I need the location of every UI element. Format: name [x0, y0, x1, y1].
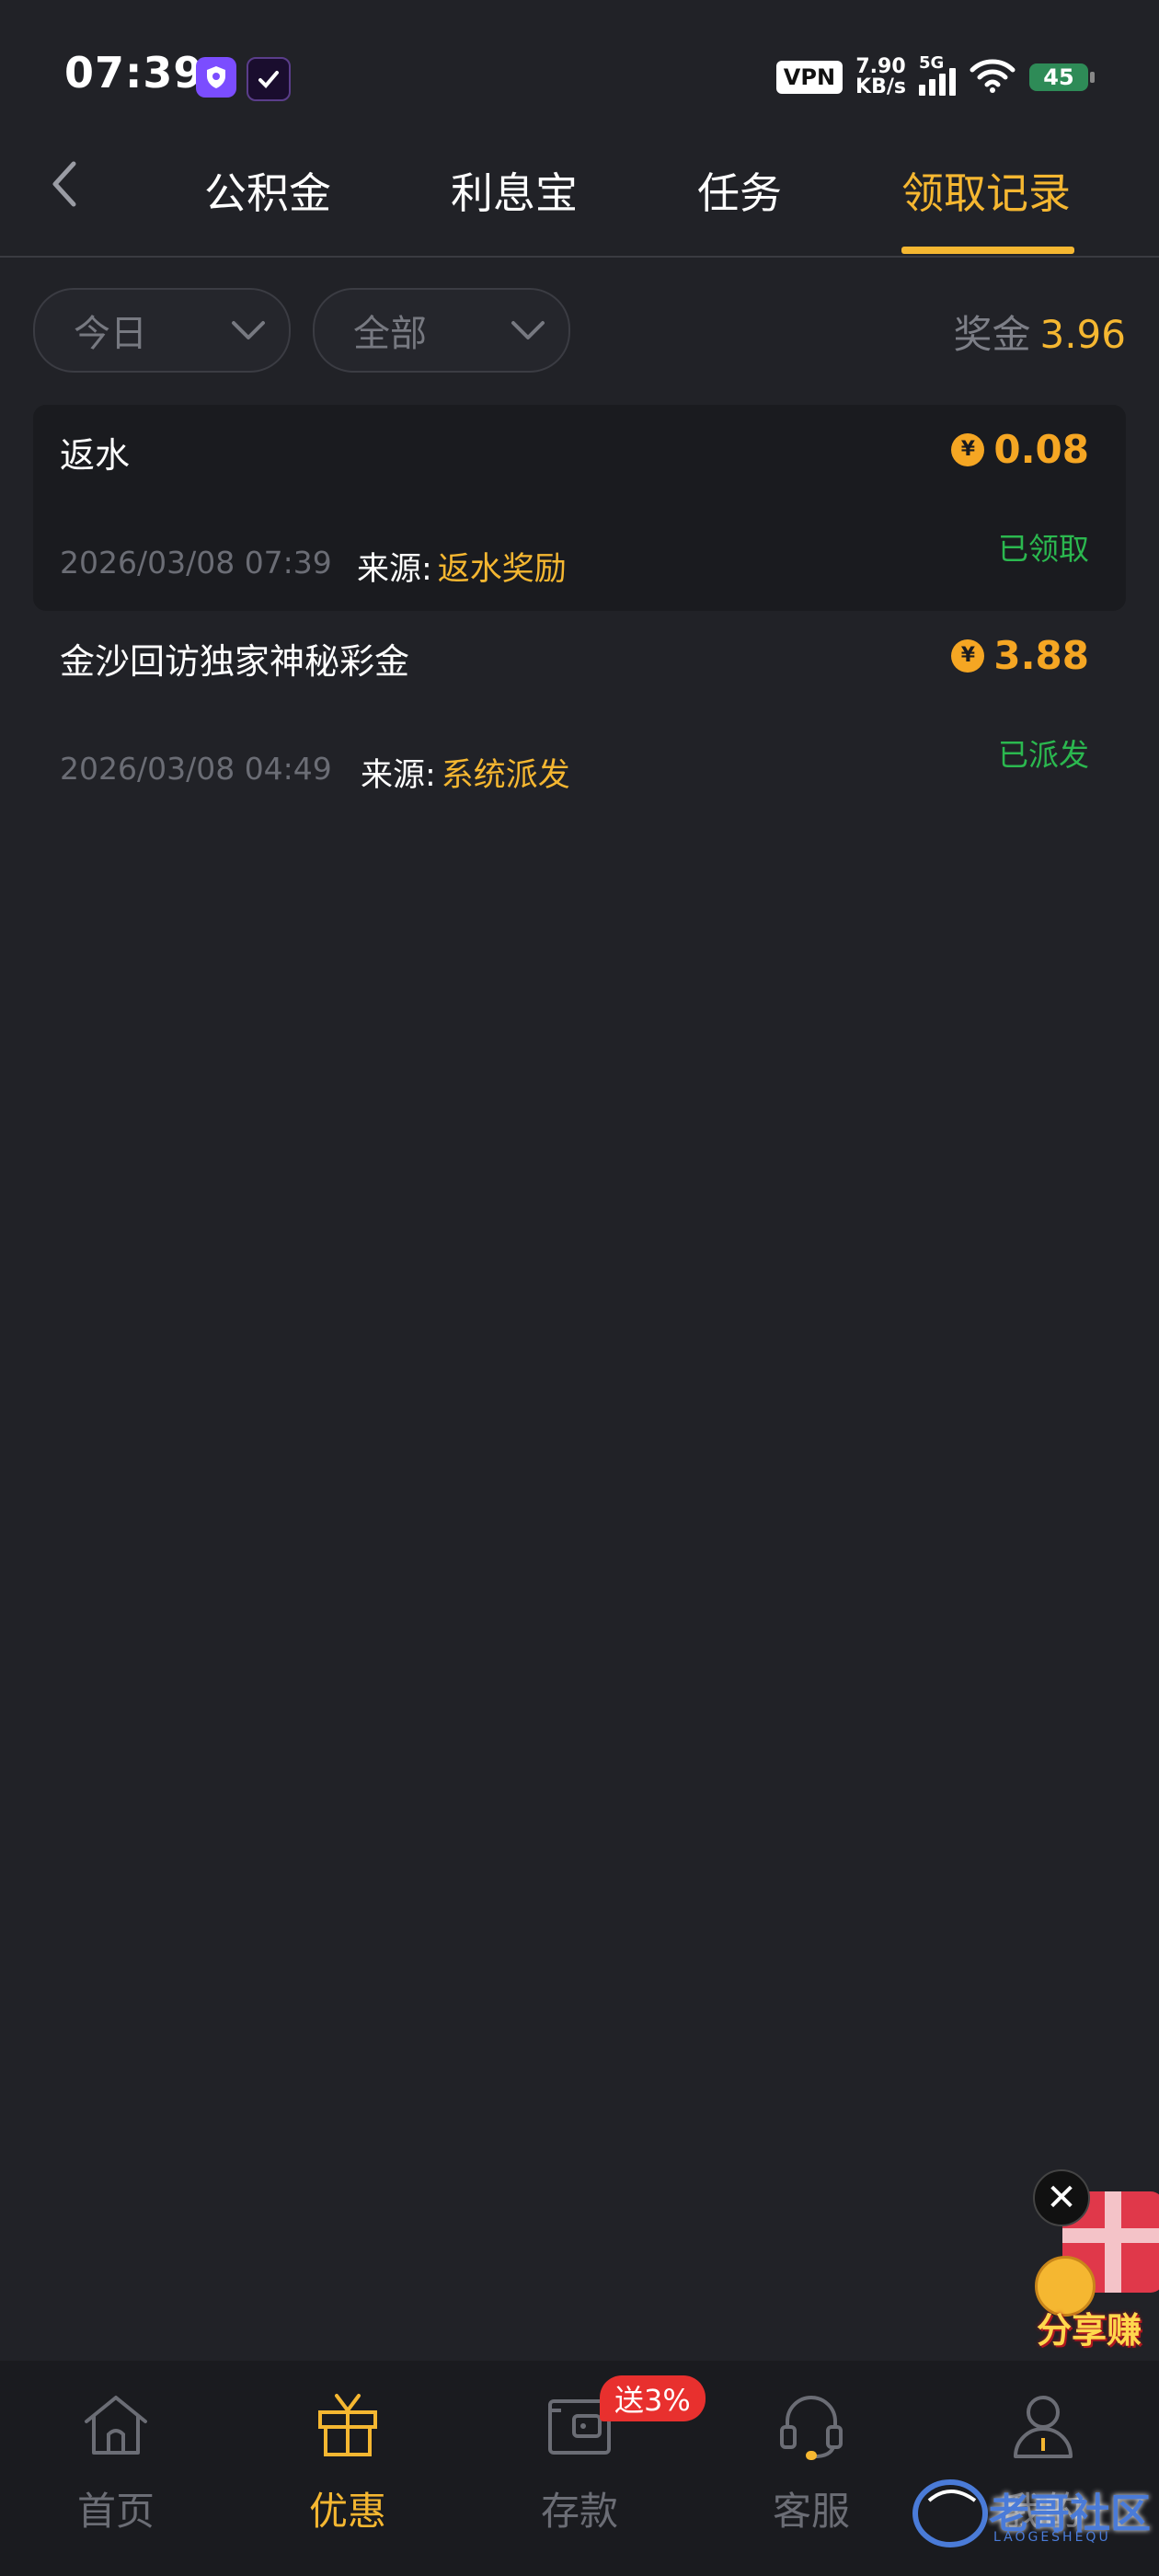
user-icon [1014, 2396, 1073, 2458]
tab-tasks[interactable]: 任务 [697, 160, 782, 221]
category-filter-value: 全部 [353, 313, 427, 355]
check-app-icon [247, 57, 291, 101]
top-nav: 公积金 利息宝 任务 领取记录 [0, 138, 1159, 258]
tab-provident-fund[interactable]: 公积金 [204, 160, 331, 221]
nav-label: 优惠 [308, 2489, 386, 2534]
record-time: 2026/03/08 07:39 [60, 545, 332, 581]
active-tab-indicator [901, 247, 1074, 254]
network-speed: 7.90 KB/s [855, 57, 906, 98]
share-earn-promo[interactable]: 分享赚 ✕ [1026, 2164, 1159, 2351]
yuan-coin-icon: ¥ [951, 432, 985, 466]
amount-value: 3.88 [993, 633, 1089, 678]
record-title: 返水 [60, 435, 131, 476]
bonus-value: 3.96 [1039, 312, 1126, 357]
watermark: 老哥社区 LAOGESHEQU [901, 2471, 1151, 2554]
watermark-sub: LAOGESHEQU [993, 2530, 1111, 2545]
nav-label: 客服 [772, 2489, 850, 2534]
bonus-label: 奖金 [953, 312, 1031, 357]
record-time: 2026/03/08 04:49 [60, 751, 332, 787]
record-title: 金沙回访独家神秘彩金 [60, 641, 410, 682]
wifi-icon [969, 57, 1016, 98]
record-item[interactable]: 金沙回访独家神秘彩金 ¥ 3.88 2026/03/08 04:49 来源: 系统… [33, 611, 1126, 817]
tab-interest[interactable]: 利息宝 [451, 160, 578, 221]
record-status: 已派发 [998, 737, 1089, 773]
battery-icon: 45 [1029, 63, 1095, 91]
back-button[interactable] [37, 156, 92, 212]
yuan-coin-icon: ¥ [951, 638, 985, 673]
chevron-left-icon [52, 161, 76, 207]
period-filter-dropdown[interactable]: 今日 [33, 288, 291, 373]
chevron-down-icon [511, 321, 545, 339]
promo-text: 分享赚 [1037, 2310, 1142, 2351]
deposit-bonus-badge: 送3% [600, 2375, 706, 2421]
record-status: 已领取 [998, 531, 1089, 567]
source-value: 返水奖励 [437, 551, 567, 588]
nav-support[interactable]: 客服 [695, 2361, 927, 2576]
chevron-down-icon [232, 321, 265, 339]
tab-claim-records[interactable]: 领取记录 [901, 160, 1071, 221]
record-source: 来源: 返水奖励 [357, 543, 567, 590]
battery-level: 45 [1029, 63, 1088, 91]
cell-signal-icon: 5G [919, 53, 956, 96]
category-filter-dropdown[interactable]: 全部 [313, 288, 570, 373]
nav-promotions[interactable]: 优惠 [232, 2361, 464, 2576]
record-amount: ¥ 0.08 [951, 427, 1089, 472]
speed-value: 7.90 [855, 55, 906, 78]
source-value: 系统派发 [441, 757, 570, 794]
nav-label: 存款 [540, 2489, 618, 2534]
dragon-logo-icon [912, 2479, 988, 2547]
shield-app-icon [196, 57, 236, 98]
record-source: 来源: 系统派发 [361, 749, 570, 796]
status-indicators: VPN 7.90 KB/s 5G 45 [775, 53, 1095, 101]
home-icon [85, 2396, 147, 2455]
gift-icon [318, 2394, 377, 2456]
period-filter-value: 今日 [74, 313, 147, 355]
record-item[interactable]: 返水 ¥ 0.08 2026/03/08 07:39 来源: 返水奖励 已领取 [33, 405, 1126, 611]
vpn-badge: VPN [775, 61, 843, 94]
nav-home[interactable]: 首页 [0, 2361, 232, 2576]
close-promo-button[interactable]: ✕ [1033, 2169, 1090, 2226]
network-type: 5G [919, 53, 945, 73]
amount-value: 0.08 [993, 427, 1089, 472]
status-bar: 07:39 VPN 7.90 KB/s 5G 45 [0, 0, 1159, 138]
source-label: 来源: [361, 757, 436, 794]
status-time: 07:39 [64, 48, 204, 98]
bonus-total: 奖金 3.96 [953, 304, 1126, 360]
page: 07:39 VPN 7.90 KB/s 5G 45 公积金 利息宝 任务 领取记… [0, 0, 1159, 2576]
speed-unit: KB/s [855, 75, 906, 98]
nav-label: 首页 [76, 2489, 155, 2534]
source-label: 来源: [357, 551, 432, 588]
headset-icon [780, 2396, 843, 2460]
record-amount: ¥ 3.88 [951, 633, 1089, 678]
